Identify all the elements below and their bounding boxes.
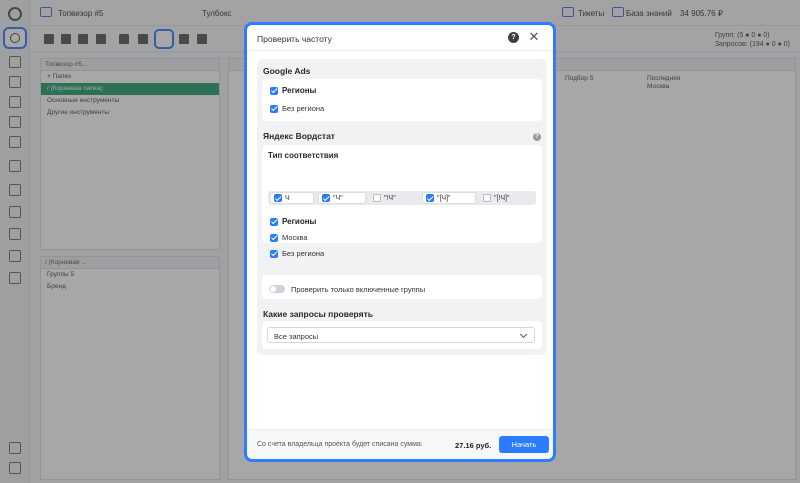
dialog-header: Проверить частоту ? ✕ bbox=[247, 25, 553, 51]
google-no-region-label: Без региона bbox=[282, 104, 325, 113]
only-enabled-label: Проверить только включенные группы bbox=[291, 285, 426, 294]
chevron-down-icon bbox=[519, 330, 528, 339]
match-type-label: "[!Ч]" bbox=[494, 194, 510, 202]
match-type-label: "Ч" bbox=[333, 194, 343, 202]
region-moscow-checkbox[interactable]: Москва bbox=[270, 233, 308, 242]
google-no-region-checkbox[interactable]: Без региона bbox=[270, 104, 324, 113]
match-type-phrase[interactable]: "Ч" bbox=[318, 192, 366, 204]
match-type-broad[interactable]: Ч bbox=[270, 192, 314, 204]
checkbox-checked-icon bbox=[270, 217, 278, 226]
yandex-wordstat-title: Яндекс Вордстат bbox=[263, 131, 335, 141]
checkbox-checked-icon bbox=[270, 249, 278, 258]
match-type-exact-order[interactable]: "[!Ч]" bbox=[480, 192, 532, 204]
dialog-title: Проверить частоту bbox=[257, 34, 332, 44]
checkbox-unchecked-icon bbox=[483, 194, 491, 202]
checkbox-checked-icon bbox=[426, 194, 434, 202]
queries-select-value: Все запросы bbox=[274, 332, 319, 341]
google-ads-card: Регионы Без региона bbox=[262, 79, 542, 121]
dialog-footer: Со счета владельца проекта будет списана… bbox=[247, 429, 553, 459]
checkbox-checked-icon bbox=[270, 233, 278, 242]
match-type-exact[interactable]: "!Ч" bbox=[370, 192, 418, 204]
footer-text: Со счета владельца проекта будет списана… bbox=[257, 441, 423, 448]
region-moscow-label: Москва bbox=[282, 233, 308, 242]
checkbox-checked-icon bbox=[274, 194, 282, 202]
yandex-no-region-checkbox[interactable]: Без региона bbox=[270, 249, 324, 258]
match-type-label: "!Ч" bbox=[384, 194, 396, 202]
dialog-body: Google Ads Регионы Без региона Яндекс Во… bbox=[257, 59, 547, 355]
yandex-regions-label: Регионы bbox=[282, 217, 317, 226]
checkbox-unchecked-icon bbox=[373, 194, 381, 202]
google-ads-title: Google Ads bbox=[263, 66, 311, 76]
match-type-order[interactable]: "[Ч]" bbox=[422, 192, 476, 204]
yandex-regions-checkbox[interactable]: Регионы bbox=[270, 217, 316, 226]
google-regions-label: Регионы bbox=[282, 86, 317, 95]
yandex-help-icon[interactable]: ? bbox=[533, 133, 541, 141]
checkbox-checked-icon bbox=[270, 86, 278, 95]
yandex-no-region-label: Без региона bbox=[282, 249, 325, 258]
check-frequency-dialog: Проверить частоту ? ✕ Google Ads Регионы… bbox=[244, 22, 556, 462]
match-type-label: "[Ч]" bbox=[437, 194, 451, 202]
start-button[interactable]: Начать bbox=[499, 436, 549, 453]
help-icon[interactable]: ? bbox=[508, 32, 519, 43]
match-type-label: Ч bbox=[285, 194, 290, 202]
match-type-title: Тип соответствия bbox=[268, 151, 339, 160]
checkbox-checked-icon bbox=[322, 194, 330, 202]
google-regions-checkbox[interactable]: Регионы bbox=[270, 86, 316, 95]
queries-title: Какие запросы проверять bbox=[263, 309, 373, 319]
queries-select[interactable]: Все запросы bbox=[267, 327, 535, 343]
close-icon[interactable]: ✕ bbox=[527, 30, 541, 44]
footer-sum: 27.16 руб. bbox=[455, 441, 492, 450]
only-enabled-toggle[interactable] bbox=[269, 285, 285, 293]
checkbox-checked-icon bbox=[270, 104, 278, 113]
match-type-row: Ч "Ч" "!Ч" "[Ч]" "[!Ч]" bbox=[268, 191, 536, 205]
